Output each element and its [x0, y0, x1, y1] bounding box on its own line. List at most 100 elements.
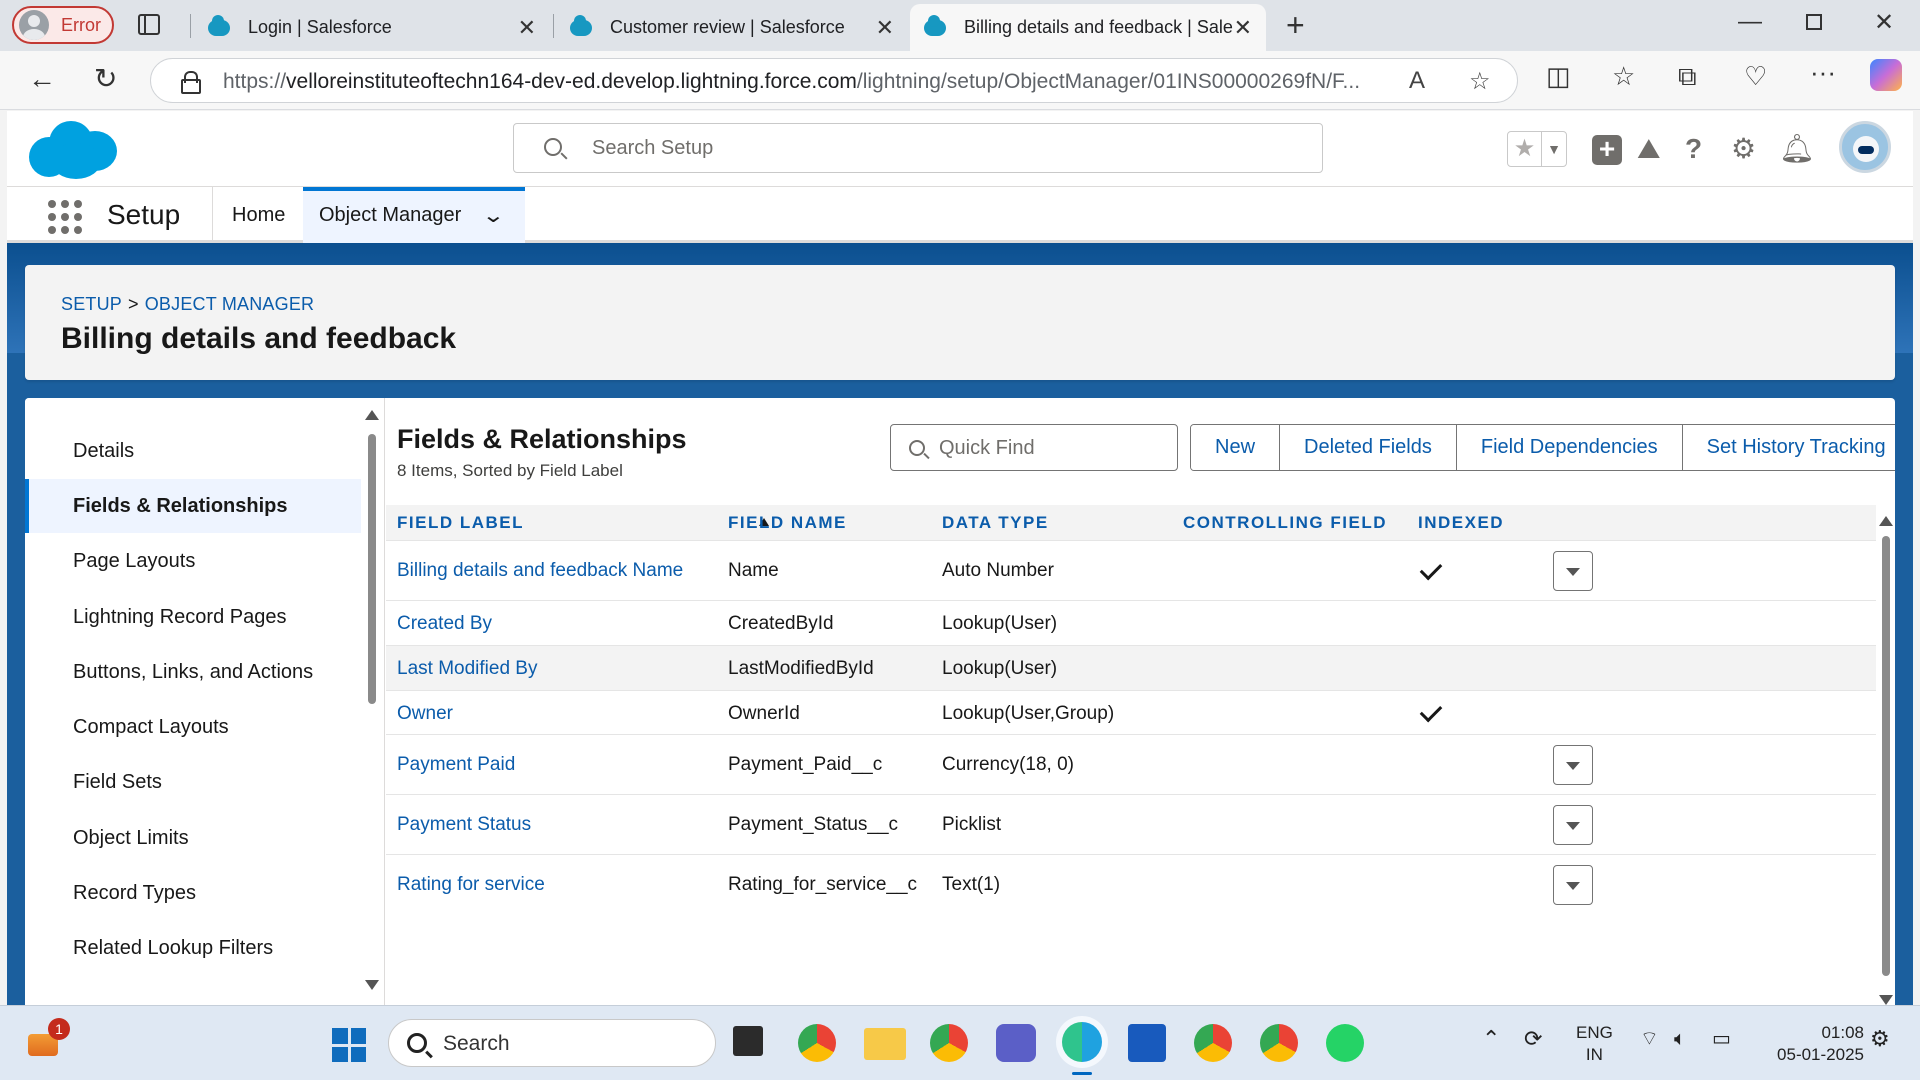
favorite-star-icon[interactable]: ★: [1508, 132, 1542, 166]
quick-find-input[interactable]: Quick Find: [890, 424, 1178, 471]
new-field-button[interactable]: New: [1191, 425, 1281, 470]
scroll-up-icon[interactable]: [1879, 516, 1893, 526]
breadcrumb-setup-link[interactable]: SETUP: [61, 294, 122, 314]
address-bar[interactable]: https://velloreinstituteoftechn164-dev-e…: [150, 58, 1518, 103]
browser-essentials-icon[interactable]: ♡: [1744, 61, 1767, 92]
user-avatar[interactable]: [1839, 121, 1891, 173]
language-indicator[interactable]: ENG IN: [1576, 1022, 1613, 1066]
gear-icon[interactable]: ⚙: [1731, 133, 1756, 165]
sidebar-item-record-types[interactable]: Record Types: [25, 866, 361, 920]
minimize-icon[interactable]: —: [1738, 8, 1762, 36]
favorites-list-icon[interactable]: ☆: [1612, 61, 1635, 92]
copilot-icon[interactable]: [1870, 59, 1902, 91]
row-actions-dropdown-button[interactable]: [1553, 745, 1593, 785]
column-header-data-type[interactable]: DATA TYPE: [942, 513, 1049, 533]
restore-icon[interactable]: [1806, 14, 1822, 30]
windows-start-icon[interactable]: [332, 1028, 366, 1062]
teams-icon[interactable]: [996, 1024, 1036, 1062]
sidebar-scrollbar[interactable]: [365, 410, 379, 990]
sidebar-item-field-sets[interactable]: Field Sets: [25, 755, 361, 809]
word-icon[interactable]: [1128, 1024, 1166, 1062]
set-history-tracking-button[interactable]: Set History Tracking: [1682, 425, 1895, 470]
nav-item-object-manager[interactable]: Object Manager ⌄: [303, 187, 525, 243]
field-label-link[interactable]: Created By: [397, 613, 492, 635]
browser-tab-billing-details[interactable]: Billing details and feedback | Sale ✕: [910, 4, 1266, 51]
table-scrollbar[interactable]: [1879, 516, 1893, 1005]
scrollbar-thumb[interactable]: [368, 434, 376, 704]
sidebar-item-related-lookup-filters[interactable]: Related Lookup Filters: [25, 921, 361, 975]
row-actions-dropdown-button[interactable]: [1553, 865, 1593, 905]
battery-icon[interactable]: ▭: [1712, 1028, 1731, 1050]
close-tab-icon[interactable]: ✕: [876, 15, 894, 41]
show-hidden-icons-chevron-icon[interactable]: ⌃: [1482, 1028, 1500, 1050]
task-view-icon[interactable]: [733, 1026, 763, 1056]
field-label-link[interactable]: Owner: [397, 703, 453, 725]
column-header-field-name[interactable]: FIELD NAME: [728, 513, 847, 533]
notification-center-icon[interactable]: ⚙: [1870, 1028, 1890, 1050]
edge-browser-icon[interactable]: [1062, 1022, 1102, 1062]
new-tab-icon[interactable]: +: [1286, 8, 1305, 42]
sidebar-item-fields-relationships[interactable]: Fields & Relationships: [25, 479, 361, 533]
field-label-link[interactable]: Payment Status: [397, 814, 531, 836]
weather-widget-icon[interactable]: 1: [24, 1018, 70, 1062]
scroll-up-icon[interactable]: [365, 410, 379, 420]
chrome-profile-n-icon[interactable]: [1194, 1024, 1232, 1062]
sidebar-item-page-layouts[interactable]: Page Layouts: [25, 534, 361, 588]
sidebar-item-details[interactable]: Details: [25, 424, 361, 478]
help-question-icon[interactable]: ?: [1685, 133, 1702, 165]
browser-tab-login[interactable]: Login | Salesforce ✕: [194, 4, 550, 51]
trailhead-icon[interactable]: ⛰: [1637, 133, 1661, 165]
split-screen-icon[interactable]: ◫: [1546, 61, 1571, 92]
scroll-down-icon[interactable]: [365, 980, 379, 990]
field-label-link[interactable]: Rating for service: [397, 874, 545, 896]
bell-icon[interactable]: 🔔︎: [1779, 133, 1815, 165]
profile-error-button[interactable]: Error: [12, 6, 114, 44]
sync-icon[interactable]: ⟳: [1524, 1028, 1542, 1050]
salesforce-logo-icon[interactable]: [29, 119, 117, 179]
file-explorer-icon[interactable]: [864, 1028, 906, 1060]
volume-icon[interactable]: 🔈︎: [1674, 1028, 1686, 1050]
scroll-down-icon[interactable]: [1879, 995, 1893, 1005]
field-dependencies-button[interactable]: Field Dependencies: [1456, 425, 1683, 470]
column-header-indexed[interactable]: INDEXED: [1418, 513, 1504, 533]
nav-item-home[interactable]: Home: [232, 204, 285, 227]
more-options-icon[interactable]: ···: [1810, 57, 1836, 88]
favorites-button-group[interactable]: ★ ▼: [1507, 131, 1567, 167]
row-actions-dropdown-button[interactable]: [1553, 805, 1593, 845]
app-launcher-waffle-icon[interactable]: [48, 200, 82, 234]
sidebar-item-buttons-links-actions[interactable]: Buttons, Links, and Actions: [25, 645, 361, 699]
chrome-icon[interactable]: [930, 1024, 968, 1062]
search-setup-input[interactable]: Search Setup: [513, 123, 1323, 173]
whatsapp-icon[interactable]: [1326, 1024, 1364, 1062]
field-label-link[interactable]: Billing details and feedback Name: [397, 560, 683, 582]
refresh-icon[interactable]: ↻: [94, 63, 117, 95]
field-label-link[interactable]: Last Modified By: [397, 658, 537, 680]
chrome-profile-a-icon[interactable]: [798, 1024, 836, 1062]
chevron-down-icon[interactable]: ▼: [1542, 132, 1566, 166]
field-label-link[interactable]: Payment Paid: [397, 754, 515, 776]
row-actions-dropdown-button[interactable]: [1553, 551, 1593, 591]
deleted-fields-button[interactable]: Deleted Fields: [1280, 425, 1457, 470]
breadcrumb-object-manager-link[interactable]: OBJECT MANAGER: [145, 294, 315, 314]
column-header-controlling-field[interactable]: CONTROLLING FIELD: [1183, 513, 1387, 533]
scrollbar-thumb[interactable]: [1882, 536, 1890, 976]
column-header-field-label[interactable]: FIELD LABEL: [397, 513, 524, 533]
close-tab-icon[interactable]: ✕: [1234, 15, 1252, 41]
sidebar-item-compact-layouts[interactable]: Compact Layouts: [25, 700, 361, 754]
favorite-star-icon[interactable]: ☆: [1469, 67, 1491, 96]
tab-actions-icon[interactable]: [138, 14, 160, 35]
lock-icon[interactable]: [181, 71, 201, 94]
close-window-icon[interactable]: ✕: [1874, 8, 1894, 37]
read-aloud-icon[interactable]: A: [1409, 67, 1425, 95]
taskbar-search-box[interactable]: Search: [388, 1019, 716, 1067]
collections-icon[interactable]: ⧉: [1678, 61, 1697, 93]
sidebar-item-object-limits[interactable]: Object Limits: [25, 811, 361, 865]
chevron-down-icon[interactable]: ⌄: [482, 203, 505, 228]
clock[interactable]: 01:08 05-01-2025: [1760, 1022, 1864, 1066]
chrome-profile-photo-icon[interactable]: [1260, 1024, 1298, 1062]
wifi-icon[interactable]: ⌔: [1640, 1028, 1659, 1050]
global-actions-plus-icon[interactable]: +: [1592, 135, 1622, 165]
sidebar-item-lightning-record-pages[interactable]: Lightning Record Pages: [25, 590, 361, 644]
close-tab-icon[interactable]: ✕: [518, 15, 536, 41]
back-arrow-icon[interactable]: ←: [28, 63, 56, 95]
